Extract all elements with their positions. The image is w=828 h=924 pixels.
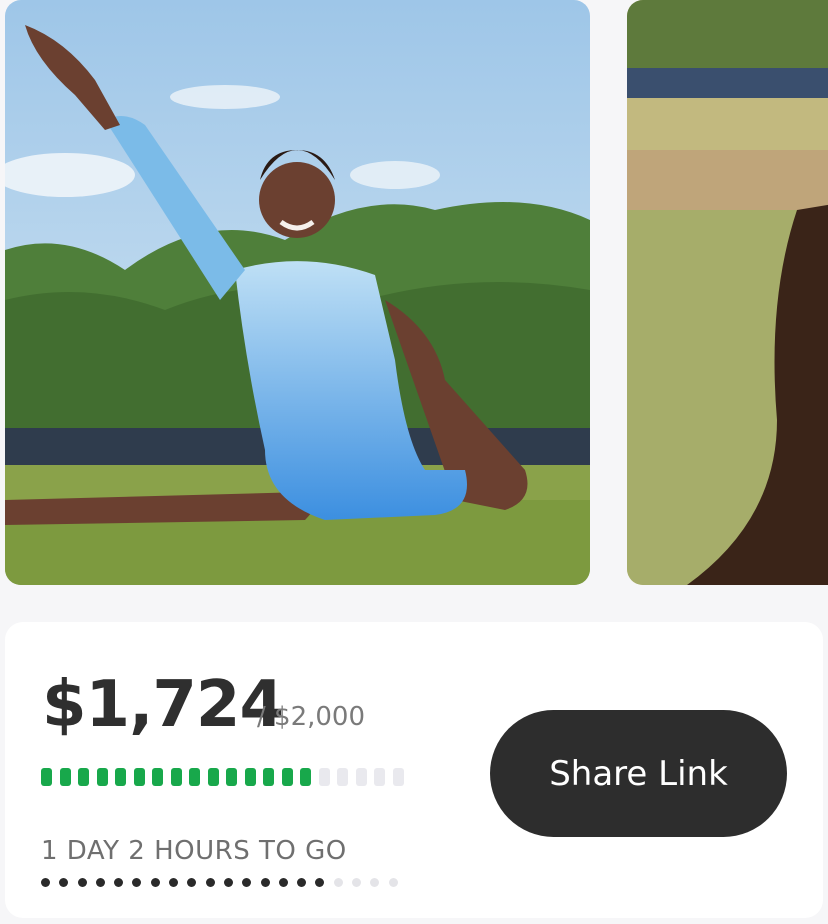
time-dot <box>150 878 160 887</box>
time-dot <box>333 878 343 887</box>
time-dot <box>169 878 179 887</box>
time-dot <box>297 878 307 887</box>
progress-segment <box>318 768 330 786</box>
photo-carousel[interactable] <box>0 0 828 590</box>
gymnast-photo[interactable] <box>5 0 590 585</box>
progress-segment <box>41 768 52 786</box>
progress-segment <box>189 768 200 786</box>
progress-segment <box>133 768 145 786</box>
progress-segment <box>59 768 71 786</box>
time-dot <box>242 878 252 887</box>
time-dot <box>132 878 142 887</box>
time-dot <box>59 878 69 887</box>
time-dot <box>205 878 215 887</box>
progress-segment <box>96 768 108 786</box>
time-dot <box>315 878 325 887</box>
progress-segment <box>226 768 237 786</box>
progress-segment <box>355 768 367 786</box>
progress-bar <box>41 768 404 786</box>
progress-segment <box>207 768 219 786</box>
goal-amount: / $2,000 <box>257 702 365 732</box>
time-remaining: 1 DAY 2 HOURS TO GO <box>41 836 347 866</box>
progress-segment <box>281 768 293 786</box>
progress-segment <box>392 768 404 786</box>
progress-segment <box>374 768 385 786</box>
time-dot <box>260 878 270 887</box>
progress-segment <box>78 768 89 786</box>
share-link-button[interactable]: Share Link <box>490 710 787 837</box>
progress-segment <box>170 768 182 786</box>
time-dot <box>187 878 197 887</box>
progress-segment <box>337 768 348 786</box>
time-dot <box>95 878 105 887</box>
time-dot <box>77 878 87 887</box>
fundraiser-card: $1,724 / $2,000 1 DAY 2 HOURS TO GO Shar… <box>5 622 823 918</box>
progress-segment <box>300 768 311 786</box>
time-dot <box>370 878 380 887</box>
time-dot <box>114 878 124 887</box>
progress-segment <box>152 768 163 786</box>
amount-raised: $1,724 <box>42 668 284 742</box>
time-dot <box>223 878 233 887</box>
time-progress-dots <box>41 878 398 887</box>
time-dot <box>388 878 398 887</box>
progress-segment <box>115 768 126 786</box>
progress-segment <box>244 768 256 786</box>
time-dot <box>278 878 288 887</box>
next-photo-preview[interactable] <box>627 0 828 585</box>
progress-segment <box>263 768 274 786</box>
time-dot <box>41 878 50 887</box>
time-dot <box>352 878 362 887</box>
